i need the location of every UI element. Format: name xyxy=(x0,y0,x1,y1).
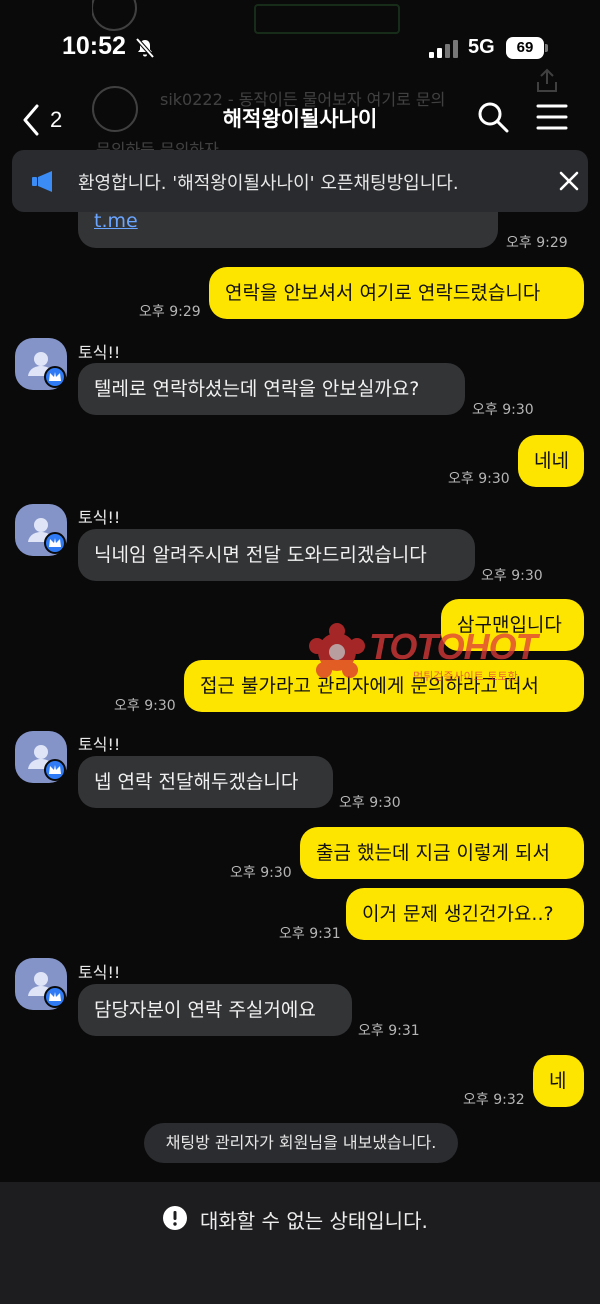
crown-badge-icon xyxy=(44,366,66,388)
crown-badge-icon xyxy=(44,759,66,781)
chat-disabled-bar: 대화할 수 없는 상태입니다. xyxy=(0,1182,600,1304)
sender-name: 토식!! xyxy=(78,343,121,362)
chat-title: 해적왕이될사나이 xyxy=(222,107,378,131)
chevron-left-icon xyxy=(23,104,39,136)
menu-icon[interactable] xyxy=(536,102,568,132)
chat-header: 2 해적왕이될사나이 xyxy=(0,92,600,146)
message-bubble-incoming: 넵 연락 전달해두겠습니다 xyxy=(78,756,333,808)
system-message: 채팅방 관리자가 회원님을 내보냈습니다. xyxy=(144,1123,458,1163)
close-icon[interactable] xyxy=(558,170,580,192)
message-bubble-outgoing: 출금 했는데 지금 이렇게 되서 xyxy=(300,827,584,879)
unread-count: 2 xyxy=(50,107,63,132)
message-bubble-incoming: 닉네임 알려주시면 전달 도와드리겠습니다 xyxy=(78,529,475,581)
signal-icon xyxy=(429,40,461,58)
crown-badge-icon xyxy=(44,986,66,1008)
search-icon[interactable] xyxy=(476,100,510,134)
notice-banner[interactable]: 환영합니다. '해적왕이될사나이' 오픈채팅방입니다. xyxy=(12,150,588,212)
background-remnant xyxy=(91,0,152,32)
message-bubble-outgoing: 연락을 안보셔서 여기로 연락드렸습니다 xyxy=(209,267,584,319)
message-link[interactable]: t.me xyxy=(94,210,138,232)
message-bubble-incoming: 텔레로 연락하셨는데 연락을 안보실까요? xyxy=(78,363,465,415)
message-time: 오후 9:29 xyxy=(506,235,568,251)
message-bubble-outgoing: 네네 xyxy=(518,435,584,487)
sender-name: 토식!! xyxy=(78,735,121,754)
clock: 10:52 xyxy=(62,32,126,60)
message-time: 오후 9:30 xyxy=(448,471,510,487)
message-bubble-outgoing: 접근 불가라고 관리자에게 문의하라고 떠서 xyxy=(184,660,584,712)
message-time: 오후 9:30 xyxy=(339,795,401,811)
exclamation-circle-icon xyxy=(163,1206,187,1230)
message-bubble-outgoing: 삼구맨입니다 xyxy=(441,599,584,651)
message-bubble-outgoing: 이거 문제 생긴건가요..? xyxy=(346,888,584,940)
message-time: 오후 9:30 xyxy=(481,568,543,584)
message-bubble-incoming: 담당자분이 연락 주실거에요 xyxy=(78,984,352,1036)
sender-name: 토식!! xyxy=(78,508,121,527)
chat-disabled-text: 대화할 수 없는 상태입니다. xyxy=(200,1209,428,1233)
network-type: 5G xyxy=(468,36,495,58)
message-time: 오후 9:30 xyxy=(114,698,176,714)
background-remnant xyxy=(254,4,400,34)
message-time: 오후 9:32 xyxy=(463,1092,525,1108)
notice-text: 환영합니다. '해적왕이될사나이' 오픈채팅방입니다. xyxy=(78,173,459,194)
message-bubble-outgoing: 네 xyxy=(533,1055,584,1107)
back-button[interactable]: 2 xyxy=(22,100,72,140)
sender-name: 토식!! xyxy=(78,963,121,982)
battery-indicator: 69 xyxy=(506,37,544,59)
bell-muted-icon xyxy=(135,37,155,59)
message-time: 오후 9:31 xyxy=(358,1023,420,1039)
message-time: 오후 9:31 xyxy=(279,926,341,942)
crown-badge-icon xyxy=(44,532,66,554)
message-time: 오후 9:29 xyxy=(139,304,201,320)
message-time: 오후 9:30 xyxy=(230,865,292,881)
megaphone-icon xyxy=(32,171,52,192)
battery-tip xyxy=(545,44,548,52)
message-time: 오후 9:30 xyxy=(472,402,534,418)
